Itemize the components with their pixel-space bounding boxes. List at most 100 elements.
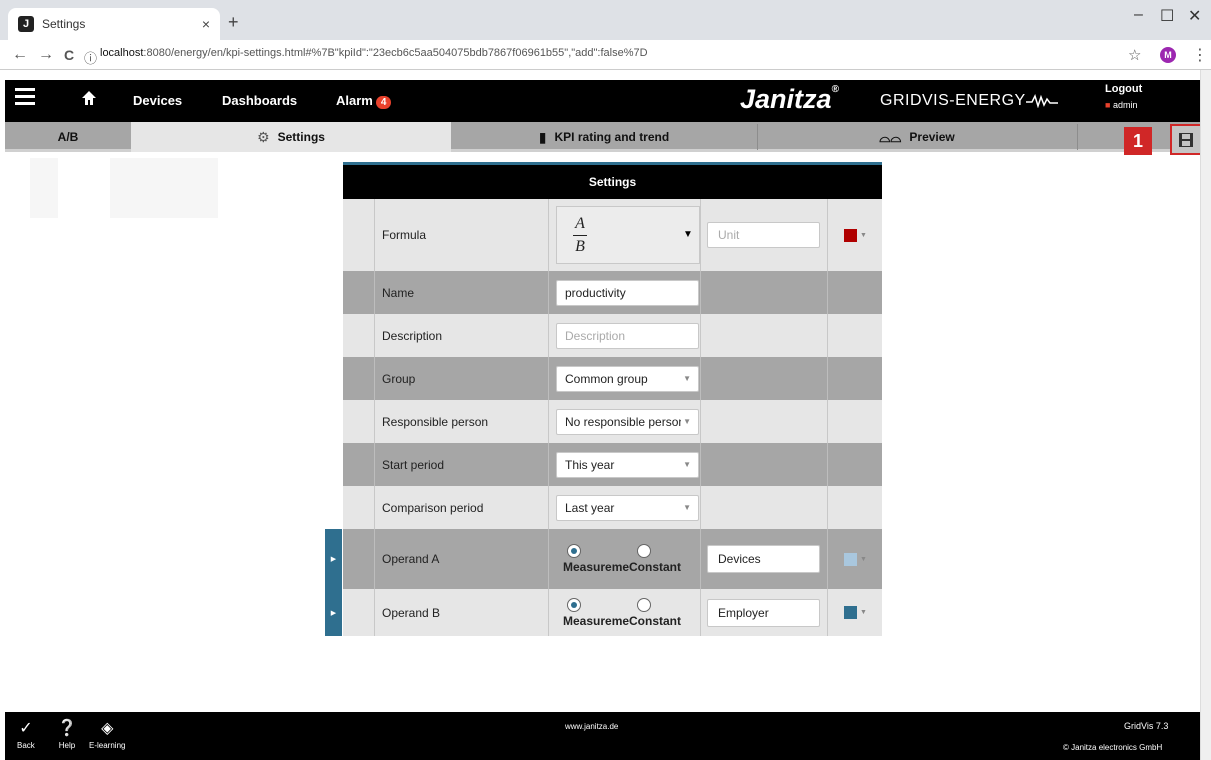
caret-down-icon: ▼ — [683, 502, 691, 512]
nav-dashboards[interactable]: Dashboards — [222, 93, 297, 108]
start-period-value: This year — [565, 457, 615, 472]
profile-avatar[interactable]: M — [1160, 47, 1176, 63]
page-scrollbar[interactable] — [1200, 70, 1211, 760]
operand-b-label: Operand B — [375, 589, 549, 636]
app-header: Devices Dashboards Alarm 4 Janitza® GRIDV… — [5, 80, 1200, 122]
caret-down-icon: ▼ — [683, 229, 693, 240]
formula-label: Formula — [375, 199, 549, 271]
janitza-logo: Janitza® — [740, 84, 839, 115]
forward-arrow-icon[interactable]: → — [38, 46, 54, 64]
operand-b-row: ▶ Operand B Measuremen Constant Employer… — [325, 589, 882, 636]
glasses-icon: ⌓⌓ — [879, 128, 902, 145]
bookmark-star-icon[interactable]: ☆ — [1128, 46, 1141, 64]
footer-back-button[interactable]: ✓ Back — [17, 718, 35, 750]
tab-settings-label: Settings — [277, 130, 325, 144]
group-select[interactable]: Common group ▼ — [556, 365, 699, 392]
brand-name: Janitza — [740, 84, 832, 114]
operand-a-constant-radio[interactable] — [637, 544, 651, 558]
address-bar: ← → C ⓘ localhost:8080/energy/en/kpi-set… — [0, 40, 1211, 70]
operand-a-input[interactable]: Devices — [707, 545, 820, 573]
start-period-label: Start period — [375, 443, 549, 486]
comparison-period-select[interactable]: Last year ▼ — [556, 494, 699, 521]
site-info-icon[interactable]: ⓘ — [84, 48, 97, 67]
caret-down-icon: ▼ — [681, 416, 691, 426]
tab-ab[interactable]: A/B — [5, 122, 131, 152]
group-row: Group Common group ▼ — [343, 357, 882, 400]
floppy-disk-icon — [1179, 132, 1193, 147]
hamburger-menu-icon[interactable] — [15, 88, 35, 109]
radio-label: Constant — [629, 613, 681, 628]
graduation-cap-icon: ◈ — [101, 720, 114, 737]
operand-b-measurement-radio[interactable] — [567, 597, 581, 612]
name-input[interactable]: productivity — [556, 279, 699, 306]
footer-elearning-label: E-learning — [89, 741, 126, 750]
operand-a-type: Measuremen Constant — [556, 544, 707, 574]
description-input[interactable]: Description — [556, 322, 699, 349]
browser-menu-icon[interactable]: ⋮ — [1192, 45, 1208, 65]
expand-operand-b-icon[interactable]: ▶ — [325, 589, 342, 636]
tab-close-icon[interactable]: × — [202, 16, 210, 32]
logout-link[interactable]: Logout — [1105, 83, 1142, 95]
tab-kpi-rating[interactable]: ▮ KPI rating and trend — [451, 122, 757, 152]
website-link[interactable]: www.janitza.de — [565, 722, 618, 731]
operand-a-row: ▶ Operand A Measuremen Constant Devices … — [325, 529, 882, 589]
user-name: admin — [1112, 100, 1138, 110]
operand-b-input[interactable]: Employer — [707, 598, 820, 627]
url-path: :8080/energy/en/kpi-settings.html#%7B"kp… — [143, 47, 648, 59]
footer-help-button[interactable]: ❔ Help — [57, 718, 77, 750]
radio-label: Measuremen — [563, 613, 629, 628]
caret-down-icon: ▼ — [860, 231, 867, 239]
footer-elearning-button[interactable]: ◈ E-learning — [89, 718, 125, 750]
group-value: Common group — [565, 371, 648, 386]
description-label: Description — [375, 314, 549, 357]
operand-a-label: Operand A — [375, 529, 549, 589]
responsible-select[interactable]: No responsible person ▼ — [556, 408, 699, 435]
comparison-period-row: Comparison period Last year ▼ — [343, 486, 882, 529]
formula-denominator: B — [575, 238, 585, 255]
responsible-value: No responsible person — [565, 414, 686, 429]
settings-panel: Settings Formula A B ▼ Unit ▼ Name produ… — [325, 162, 882, 636]
tab-preview-label: Preview — [909, 130, 955, 144]
start-period-row: Start period This year ▼ — [343, 443, 882, 486]
ghost-block — [30, 158, 58, 218]
formula-numerator: A — [575, 215, 585, 232]
reload-icon[interactable]: C — [64, 47, 74, 63]
url-field[interactable]: localhost:8080/energy/en/kpi-settings.ht… — [100, 47, 648, 59]
alarm-count-badge: 4 — [375, 96, 392, 109]
tab-settings[interactable]: ⚙ Settings — [131, 122, 451, 152]
start-period-select[interactable]: This year ▼ — [556, 451, 699, 478]
formula-fraction: A B — [573, 215, 587, 256]
operand-b-constant-radio[interactable] — [637, 597, 651, 612]
operand-b-type: Measuremen Constant — [556, 597, 707, 628]
nav-alarm[interactable]: Alarm 4 — [336, 93, 392, 109]
unit-input[interactable]: Unit — [707, 222, 820, 248]
nav-devices[interactable]: Devices — [133, 93, 182, 108]
color-swatch — [844, 552, 857, 566]
operand-b-color-picker[interactable]: ▼ — [844, 606, 867, 619]
home-icon[interactable] — [80, 89, 98, 112]
browser-tabstrip: J Settings × + – ☐ ✕ — [0, 0, 1211, 40]
traffic-light-icon: ▮ — [538, 128, 547, 145]
new-tab-button[interactable]: + — [228, 12, 239, 33]
maximize-button[interactable]: ☐ — [1160, 6, 1174, 26]
gears-icon: ⚙ — [257, 128, 270, 145]
brand-registered-mark: ® — [831, 84, 839, 95]
name-row: Name productivity — [343, 271, 882, 314]
operand-a-color-picker[interactable]: ▼ — [844, 552, 867, 566]
expand-operand-a-icon[interactable]: ▶ — [325, 529, 342, 589]
back-arrow-icon[interactable]: ← — [12, 46, 28, 64]
formula-color-picker[interactable]: ▼ — [844, 228, 867, 242]
help-icon: ❔ — [57, 720, 77, 737]
formula-select[interactable]: A B ▼ — [556, 206, 700, 264]
tab-preview[interactable]: ⌓⌓ Preview — [757, 122, 1077, 152]
url-host: localhost — [100, 47, 144, 59]
operand-a-measurement-radio[interactable] — [567, 544, 581, 558]
browser-tab[interactable]: J Settings × — [8, 8, 220, 40]
window-close-button[interactable]: ✕ — [1188, 6, 1201, 26]
minimize-button[interactable]: – — [1134, 6, 1143, 24]
tab-ab-label: A/B — [57, 130, 79, 144]
ghost-block — [110, 158, 218, 218]
formula-row: Formula A B ▼ Unit ▼ — [343, 199, 882, 271]
save-button[interactable] — [1170, 124, 1202, 155]
version-label: GridVis 7.3 — [1124, 721, 1169, 731]
